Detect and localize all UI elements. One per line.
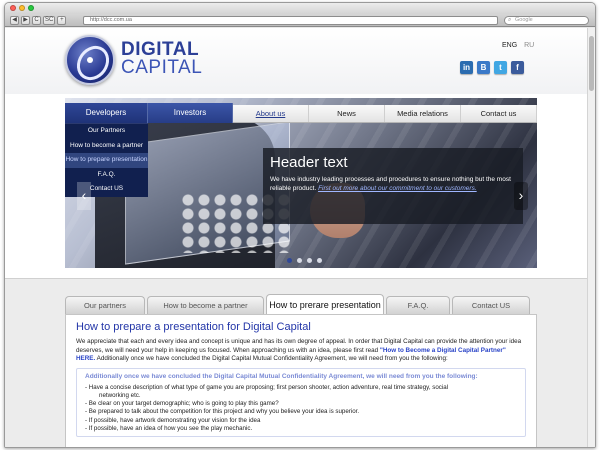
nav-about-us[interactable]: About us	[233, 105, 309, 122]
browser-window: ◀ ▶ C SC + http://dcc.com.ua ⌕ Google DI…	[4, 2, 596, 448]
search-icon: ⌕	[508, 17, 512, 23]
article-intro: We appreciate that each and every idea a…	[76, 338, 526, 364]
content-tab[interactable]: F.A.Q.	[386, 296, 450, 314]
dropdown-item[interactable]: How to become a partner	[65, 139, 148, 154]
logo-icon[interactable]	[65, 35, 115, 85]
hero-title: Header text	[270, 154, 348, 171]
slider-next-arrow[interactable]: ›	[514, 182, 528, 210]
address-bar[interactable]: http://dcc.com.ua	[83, 16, 498, 25]
search-field[interactable]: ⌕ Google	[504, 16, 589, 25]
hero-text: We have industry leading processes and p…	[270, 176, 516, 193]
hero-caption: Header text We have industry leading pro…	[263, 148, 523, 224]
list-item: - Be prepared to talk about the competit…	[85, 408, 360, 416]
title-bar	[5, 3, 595, 14]
language-switcher: ENG RU	[502, 42, 539, 49]
slider-dot[interactable]	[317, 258, 322, 263]
slider-pagination	[287, 258, 322, 263]
content-tab[interactable]: Contact US	[452, 296, 530, 314]
search-placeholder: Google	[515, 17, 533, 23]
nav-media-relations[interactable]: Media relations	[385, 105, 461, 122]
window-controls	[10, 5, 34, 11]
snapback-button[interactable]: SC	[43, 16, 56, 25]
page-viewport: DIGITAL CAPITAL ENG RU in Bt f Developers …	[5, 28, 595, 447]
audience-tabs: Developers Investors	[65, 103, 233, 123]
slider-dot[interactable]	[287, 258, 292, 263]
twitter-icon[interactable]: t	[494, 61, 507, 74]
page-scrollbar[interactable]	[587, 28, 595, 447]
requirements-box: Additionally once we have concluded the …	[76, 367, 526, 438]
tab-investors[interactable]: Investors	[148, 103, 233, 123]
slider-dot[interactable]	[297, 258, 302, 263]
dropdown-item[interactable]: Our Partners	[65, 124, 148, 139]
logo-line-2: CAPITAL	[121, 57, 203, 78]
nav-contact-us[interactable]: Contact us	[461, 105, 537, 122]
reload-button[interactable]: C	[32, 16, 41, 25]
forward-button[interactable]: ▶	[21, 16, 30, 25]
requirements-heading: Additionally once we have concluded the …	[83, 372, 480, 380]
list-item: - If possible, have artwork demonstratin…	[85, 416, 261, 424]
facebook-icon[interactable]: f	[511, 61, 524, 74]
article-intro-part-2: Additionally once we have concluded the …	[96, 355, 448, 362]
scrollbar-thumb[interactable]	[589, 36, 594, 91]
list-item: - Have a concise description of what typ…	[85, 383, 449, 391]
nav-news[interactable]: News	[309, 105, 385, 122]
minimize-window-button[interactable]	[19, 5, 25, 11]
content-tab[interactable]: How to prerare presentation	[266, 294, 384, 314]
content-tab[interactable]: How to become a partner	[147, 296, 264, 314]
browser-toolbar: ◀ ▶ C SC + http://dcc.com.ua ⌕ Google	[5, 14, 595, 27]
slider-dot[interactable]	[307, 258, 312, 263]
list-item: - Be clear on your target demographic; w…	[85, 400, 279, 408]
content-tab[interactable]: Our partners	[65, 296, 145, 314]
blog-icon[interactable]: B	[477, 61, 490, 74]
linkedin-icon[interactable]: in	[460, 61, 473, 74]
article-title: How to prepare a presentation for Digita…	[76, 321, 311, 333]
list-item: - If possible, have an idea of how you s…	[85, 424, 253, 432]
lang-ru[interactable]: RU	[524, 42, 534, 49]
main-navigation: About us News Media relations Contact us	[233, 105, 537, 123]
social-links: in Bt f	[460, 61, 524, 74]
back-button[interactable]: ◀	[10, 16, 19, 25]
lang-eng[interactable]: ENG	[502, 42, 517, 49]
content-tabs: Our partners How to become a partner How t…	[65, 294, 530, 314]
dropdown-item[interactable]: How to prepare presentation	[65, 153, 148, 168]
logo-text[interactable]: DIGITAL CAPITAL	[121, 40, 203, 78]
tab-developers[interactable]: Developers	[65, 103, 148, 123]
slider-prev-arrow[interactable]: ‹	[77, 182, 91, 210]
add-bookmark-button[interactable]: +	[57, 16, 67, 25]
hero-link[interactable]: First out more about our commitment to o…	[318, 185, 477, 192]
list-item: networking etc.	[99, 391, 141, 399]
close-window-button[interactable]	[10, 5, 16, 11]
requirements-list: - Have a concise description of what typ…	[85, 384, 517, 434]
site-header: DIGITAL CAPITAL ENG RU in Bt f	[5, 28, 587, 94]
browser-nav-buttons: ◀ ▶ C SC +	[10, 16, 67, 25]
article-panel: How to prepare a presentation for Digita…	[65, 314, 537, 447]
dropdown-item[interactable]: F.A.Q.	[65, 168, 148, 183]
zoom-window-button[interactable]	[28, 5, 34, 11]
